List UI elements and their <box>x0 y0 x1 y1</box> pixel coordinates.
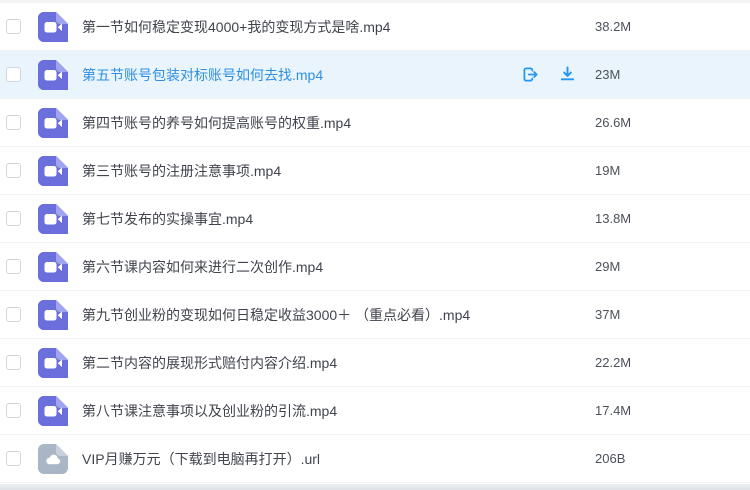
row-checkbox[interactable] <box>6 19 21 34</box>
url-file-icon <box>38 443 68 474</box>
row-checkbox[interactable] <box>6 259 21 274</box>
share-icon[interactable] <box>520 64 541 85</box>
row-checkbox[interactable] <box>6 211 21 226</box>
bottom-edge-bar <box>0 484 750 490</box>
row-checkbox[interactable] <box>6 451 21 466</box>
file-name[interactable]: 第六节课内容如何来进行二次创作.mp4 <box>82 257 520 277</box>
file-row[interactable]: 第八节课注意事项以及创业粉的引流.mp4 17.4M <box>0 387 750 435</box>
file-name[interactable]: 第四节账号的养号如何提高账号的权重.mp4 <box>82 113 520 133</box>
file-size: 19M <box>595 163 621 178</box>
file-row[interactable]: 第五节账号包装对标账号如何去找.mp4 23M <box>0 51 750 99</box>
file-name[interactable]: 第九节创业粉的变现如何日稳定收益3000＋ （重点必看）.mp4 <box>82 305 520 325</box>
file-size: 26.6M <box>595 115 632 130</box>
row-actions <box>520 64 578 85</box>
video-file-icon <box>38 203 68 234</box>
video-file-icon <box>38 395 68 426</box>
video-file-icon <box>38 107 68 138</box>
file-row[interactable]: 第九节创业粉的变现如何日稳定收益3000＋ （重点必看）.mp4 37M <box>0 291 750 339</box>
file-size: 37M <box>595 307 621 322</box>
row-checkbox[interactable] <box>6 355 21 370</box>
file-name[interactable]: 第二节内容的展现形式赔付内容介绍.mp4 <box>82 353 520 373</box>
row-checkbox[interactable] <box>6 67 21 82</box>
video-file-icon <box>38 59 68 90</box>
file-size: 29M <box>595 259 621 274</box>
video-file-icon <box>38 11 68 42</box>
file-size: 23M <box>595 67 621 82</box>
file-name[interactable]: 第八节课注意事项以及创业粉的引流.mp4 <box>82 401 520 421</box>
video-file-icon <box>38 251 68 282</box>
file-size: 13.8M <box>595 211 632 226</box>
file-row[interactable]: 第二节内容的展现形式赔付内容介绍.mp4 22.2M <box>0 339 750 387</box>
file-size: 206B <box>595 451 626 466</box>
file-size: 17.4M <box>595 403 632 418</box>
file-row[interactable]: 第七节发布的实操事宜.mp4 13.8M <box>0 195 750 243</box>
file-name[interactable]: VIP月赚万元（下载到电脑再打开）.url <box>82 449 520 469</box>
file-row[interactable]: 第四节账号的养号如何提高账号的权重.mp4 26.6M <box>0 99 750 147</box>
file-row[interactable]: 第三节账号的注册注意事项.mp4 19M <box>0 147 750 195</box>
row-checkbox[interactable] <box>6 115 21 130</box>
file-name[interactable]: 第五节账号包装对标账号如何去找.mp4 <box>82 65 520 85</box>
file-row[interactable]: 第六节课内容如何来进行二次创作.mp4 29M <box>0 243 750 291</box>
download-icon[interactable] <box>557 64 578 85</box>
file-name[interactable]: 第七节发布的实操事宜.mp4 <box>82 209 520 229</box>
video-file-icon <box>38 347 68 378</box>
video-file-icon <box>38 155 68 186</box>
file-list: 第一节如何稳定变现4000+我的变现方式是啥.mp4 38.2M 第五节账号包装… <box>0 3 750 483</box>
file-size: 22.2M <box>595 355 632 370</box>
row-checkbox[interactable] <box>6 307 21 322</box>
row-checkbox[interactable] <box>6 403 21 418</box>
video-file-icon <box>38 299 68 330</box>
row-checkbox[interactable] <box>6 163 21 178</box>
file-name[interactable]: 第一节如何稳定变现4000+我的变现方式是啥.mp4 <box>82 17 520 37</box>
file-size: 38.2M <box>595 19 632 34</box>
file-row[interactable]: VIP月赚万元（下载到电脑再打开）.url 206B <box>0 435 750 483</box>
file-row[interactable]: 第一节如何稳定变现4000+我的变现方式是啥.mp4 38.2M <box>0 3 750 51</box>
file-name[interactable]: 第三节账号的注册注意事项.mp4 <box>82 161 520 181</box>
